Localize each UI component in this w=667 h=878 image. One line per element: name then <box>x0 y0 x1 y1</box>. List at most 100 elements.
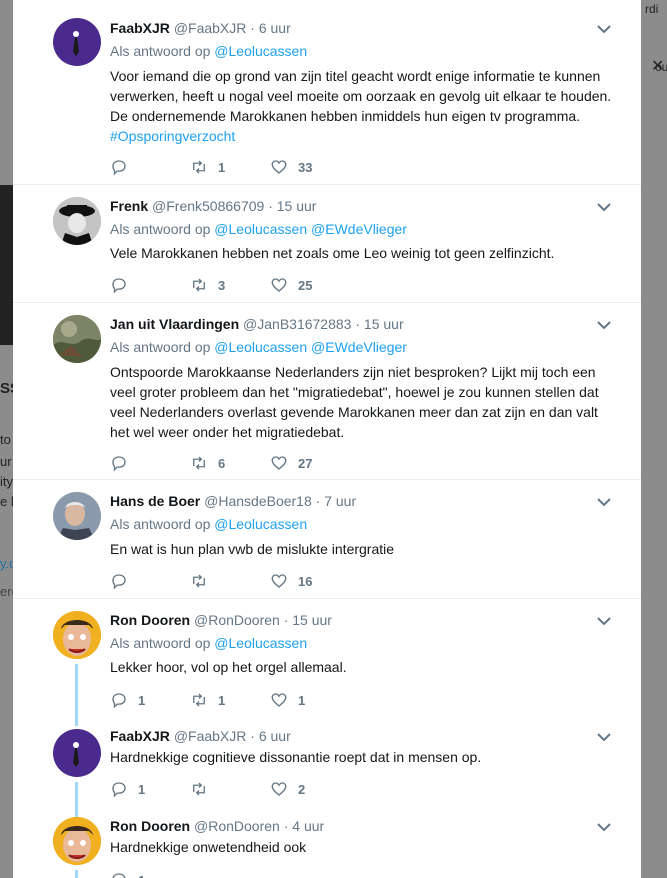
retweet-count: 1 <box>218 692 226 708</box>
tweet[interactable]: Frenk @Frenk50866709 · 15 uur Als antwoo… <box>13 185 641 303</box>
reply-icon <box>112 693 126 709</box>
background-page-right: rdi ✕ our <box>641 0 667 878</box>
chevron-down-icon[interactable] <box>597 202 611 212</box>
jan-avatar[interactable] <box>53 315 101 363</box>
frenk-avatar[interactable] <box>53 197 101 245</box>
user-handle[interactable]: @FaabXJR <box>174 20 247 36</box>
tweet[interactable]: FaabXJR @FaabXJR · 6 uur Hardnekkige cog… <box>13 719 641 811</box>
reply-button[interactable] <box>110 157 138 177</box>
timestamp[interactable]: 6 uur <box>259 728 291 744</box>
display-name[interactable]: Ron Dooren <box>110 612 190 628</box>
background-text: rdi <box>645 2 659 16</box>
mention-link[interactable]: @EWdeVlieger <box>311 221 407 237</box>
faab-avatar[interactable] <box>53 729 101 777</box>
background-text: ur <box>0 454 12 469</box>
like-button[interactable]: 16 <box>270 571 312 591</box>
like-button[interactable]: 27 <box>270 453 312 473</box>
mention-link[interactable]: @Leolucassen <box>214 221 307 237</box>
reply-button[interactable] <box>110 453 138 473</box>
retweet-button[interactable] <box>190 779 218 799</box>
retweet-count: 3 <box>218 277 226 293</box>
display-name[interactable]: Frenk <box>110 198 148 214</box>
timestamp[interactable]: 15 uur <box>292 612 332 628</box>
hashtag-link[interactable]: #Opsporingverzocht <box>110 128 235 144</box>
reply-button[interactable]: 1 <box>110 690 145 710</box>
user-handle[interactable]: @FaabXJR <box>174 728 247 744</box>
chevron-down-icon[interactable] <box>597 24 611 34</box>
timestamp[interactable]: 4 uur <box>292 818 324 834</box>
ron-avatar[interactable] <box>53 817 101 865</box>
faab-avatar[interactable] <box>53 18 101 66</box>
hans-avatar[interactable] <box>53 492 101 540</box>
mention-link[interactable]: @EWdeVlieger <box>311 339 407 355</box>
reply-to-line: Als antwoord op @Leolucassen <box>110 635 308 651</box>
tweet-header: Ron Dooren @RonDooren · 15 uur <box>110 612 332 628</box>
display-name[interactable]: FaabXJR <box>110 20 170 36</box>
reply-count: 1 <box>138 781 146 797</box>
tweet-actions: 16 <box>110 571 410 591</box>
tweet-actions: 3 25 <box>110 275 410 295</box>
mention-link[interactable]: @Leolucassen <box>214 516 307 532</box>
tweet-text: En wat is hun plan vwb de mislukte inter… <box>110 541 395 557</box>
tweet-text: Ontspoorde Marokkaanse Nederlanders zijn… <box>110 364 599 440</box>
chevron-down-icon[interactable] <box>597 497 611 507</box>
retweet-button[interactable]: 1 <box>190 157 225 177</box>
tweet[interactable]: Hans de Boer @HansdeBoer18 · 7 uur Als a… <box>13 480 641 599</box>
like-button[interactable]: 2 <box>270 779 305 799</box>
tweet-header: FaabXJR @FaabXJR · 6 uur <box>110 728 291 744</box>
tweet[interactable]: Ron Dooren @RonDooren · 15 uur Als antwo… <box>13 599 641 719</box>
chevron-down-icon[interactable] <box>597 616 611 626</box>
chevron-down-icon[interactable] <box>597 732 611 742</box>
like-count: 1 <box>298 692 306 708</box>
user-handle[interactable]: @RonDooren <box>194 612 280 628</box>
timestamp[interactable]: 15 uur <box>364 316 404 332</box>
like-button[interactable]: 25 <box>270 275 312 295</box>
user-handle[interactable]: @RonDooren <box>194 818 280 834</box>
tweet[interactable]: Jan uit Vlaardingen @JanB31672883 · 15 u… <box>13 303 641 480</box>
mention-link[interactable]: @Leolucassen <box>214 339 307 355</box>
user-handle[interactable]: @HansdeBoer18 <box>204 493 312 509</box>
reply-to-line: Als antwoord op @Leolucassen <box>110 43 308 59</box>
retweet-button[interactable]: 3 <box>190 275 225 295</box>
background-text: y.c <box>0 556 13 571</box>
tweet-actions: 1 33 <box>110 157 410 177</box>
reply-icon <box>112 278 126 294</box>
mention-link[interactable]: @Leolucassen <box>214 43 307 59</box>
ron-avatar[interactable] <box>53 611 101 659</box>
retweet-button[interactable]: 6 <box>190 453 225 473</box>
retweet-button[interactable] <box>190 571 218 591</box>
like-button[interactable]: 33 <box>270 157 312 177</box>
timestamp[interactable]: 6 uur <box>259 20 291 36</box>
background-page-left: SS to ur ity e l y.c erc <box>0 0 13 878</box>
user-handle[interactable]: @JanB31672883 <box>243 316 351 332</box>
display-name[interactable]: Ron Dooren <box>110 818 190 834</box>
mention-link[interactable]: @Leolucassen <box>214 635 307 651</box>
display-name[interactable]: Jan uit Vlaardingen <box>110 316 239 332</box>
reply-icon <box>112 782 126 798</box>
tweet-text: Lekker hoor, vol op het orgel allemaal. <box>110 659 347 675</box>
user-handle[interactable]: @Frenk50866709 <box>152 198 264 214</box>
reply-button[interactable]: 1 <box>110 779 145 799</box>
background-text: to <box>0 432 11 447</box>
chevron-down-icon[interactable] <box>597 822 611 832</box>
retweet-icon <box>193 574 205 588</box>
reply-button[interactable]: 1 <box>110 870 145 878</box>
tweet[interactable]: Ron Dooren @RonDooren · 4 uur Hardnekkig… <box>13 811 641 878</box>
display-name[interactable]: Hans de Boer <box>110 493 200 509</box>
heart-icon <box>271 782 287 796</box>
reply-button[interactable] <box>110 275 138 295</box>
tweet-header: Ron Dooren @RonDooren · 4 uur <box>110 818 325 834</box>
reply-to-line: Als antwoord op @Leolucassen <box>110 516 308 532</box>
timestamp[interactable]: 7 uur <box>324 493 356 509</box>
like-button[interactable]: 1 <box>270 690 305 710</box>
chevron-down-icon[interactable] <box>597 320 611 330</box>
tweet[interactable]: FaabXJR @FaabXJR · 6 uur Als antwoord op… <box>13 0 641 185</box>
retweet-count: 6 <box>218 455 226 471</box>
display-name[interactable]: FaabXJR <box>110 728 170 744</box>
timestamp[interactable]: 15 uur <box>277 198 317 214</box>
retweet-button[interactable]: 1 <box>190 690 225 710</box>
reply-icon <box>112 873 126 878</box>
reply-button[interactable] <box>110 571 138 591</box>
tweet-text: Hardnekkige cognitieve dissonantie roept… <box>110 749 482 765</box>
retweet-icon <box>193 456 205 470</box>
